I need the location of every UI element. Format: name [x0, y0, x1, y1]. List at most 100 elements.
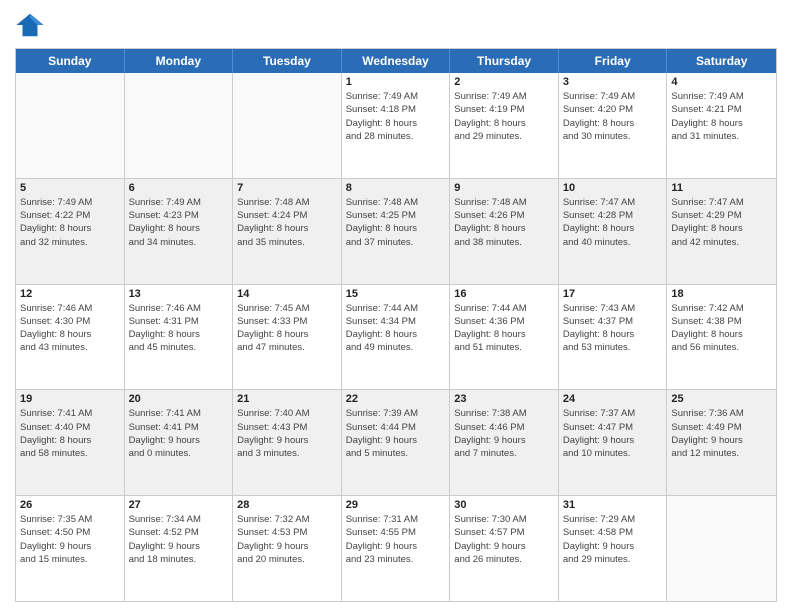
day-number: 17 — [563, 288, 663, 300]
day-cell-26: 26 Sunrise: 7:35 AMSunset: 4:50 PMDayligh… — [16, 496, 125, 601]
day-number: 27 — [129, 499, 229, 511]
weekday-header-saturday: Saturday — [667, 49, 776, 73]
day-cell-17: 17 Sunrise: 7:43 AMSunset: 4:37 PMDayligh… — [559, 285, 668, 390]
day-info: Sunrise: 7:44 AMSunset: 4:36 PMDaylight:… — [454, 302, 554, 355]
day-number: 30 — [454, 499, 554, 511]
calendar: SundayMondayTuesdayWednesdayThursdayFrid… — [15, 48, 777, 602]
day-cell-20: 20 Sunrise: 7:41 AMSunset: 4:41 PMDayligh… — [125, 390, 234, 495]
day-number: 24 — [563, 393, 663, 405]
day-info: Sunrise: 7:42 AMSunset: 4:38 PMDaylight:… — [671, 302, 772, 355]
day-info: Sunrise: 7:45 AMSunset: 4:33 PMDaylight:… — [237, 302, 337, 355]
day-cell-8: 8 Sunrise: 7:48 AMSunset: 4:25 PMDaylight… — [342, 179, 451, 284]
day-info: Sunrise: 7:38 AMSunset: 4:46 PMDaylight:… — [454, 407, 554, 460]
day-number: 15 — [346, 288, 446, 300]
day-info: Sunrise: 7:44 AMSunset: 4:34 PMDaylight:… — [346, 302, 446, 355]
day-cell-19: 19 Sunrise: 7:41 AMSunset: 4:40 PMDayligh… — [16, 390, 125, 495]
day-cell-25: 25Sunrise: 7:36 AMSunset: 4:49 PMDayligh… — [667, 390, 776, 495]
day-cell-15: 15 Sunrise: 7:44 AMSunset: 4:34 PMDayligh… — [342, 285, 451, 390]
day-number: 12 — [20, 288, 120, 300]
day-number: 5 — [20, 182, 120, 194]
day-info: Sunrise: 7:39 AMSunset: 4:44 PMDaylight:… — [346, 407, 446, 460]
header — [15, 10, 777, 40]
day-cell-12: 12 Sunrise: 7:46 AMSunset: 4:30 PMDayligh… — [16, 285, 125, 390]
day-cell-3: 3 Sunrise: 7:49 AMSunset: 4:20 PMDaylight… — [559, 73, 668, 178]
day-number: 8 — [346, 182, 446, 194]
day-cell-21: 21Sunrise: 7:40 AMSunset: 4:43 PMDayligh… — [233, 390, 342, 495]
day-cell-22: 22 Sunrise: 7:39 AMSunset: 4:44 PMDayligh… — [342, 390, 451, 495]
day-info: Sunrise: 7:48 AMSunset: 4:25 PMDaylight:… — [346, 196, 446, 249]
day-number: 2 — [454, 76, 554, 88]
day-cell-27: 27 Sunrise: 7:34 AMSunset: 4:52 PMDayligh… — [125, 496, 234, 601]
day-cell-10: 10 Sunrise: 7:47 AMSunset: 4:28 PMDayligh… — [559, 179, 668, 284]
day-number: 6 — [129, 182, 229, 194]
day-number: 4 — [671, 76, 772, 88]
day-number: 11 — [671, 182, 772, 194]
day-cell-16: 16 Sunrise: 7:44 AMSunset: 4:36 PMDayligh… — [450, 285, 559, 390]
empty-day-cell — [667, 496, 776, 601]
day-info: Sunrise: 7:48 AMSunset: 4:26 PMDaylight:… — [454, 196, 554, 249]
week-row-3: 12 Sunrise: 7:46 AMSunset: 4:30 PMDayligh… — [16, 285, 776, 391]
day-info: Sunrise: 7:46 AMSunset: 4:30 PMDaylight:… — [20, 302, 120, 355]
day-info: Sunrise: 7:29 AMSunset: 4:58 PMDaylight:… — [563, 513, 663, 566]
calendar-header: SundayMondayTuesdayWednesdayThursdayFrid… — [16, 49, 776, 73]
day-info: Sunrise: 7:41 AMSunset: 4:41 PMDaylight:… — [129, 407, 229, 460]
weekday-header-wednesday: Wednesday — [342, 49, 451, 73]
day-cell-24: 24Sunrise: 7:37 AMSunset: 4:47 PMDayligh… — [559, 390, 668, 495]
day-number: 9 — [454, 182, 554, 194]
day-info: Sunrise: 7:43 AMSunset: 4:37 PMDaylight:… — [563, 302, 663, 355]
day-info: Sunrise: 7:49 AMSunset: 4:20 PMDaylight:… — [563, 90, 663, 143]
day-info: Sunrise: 7:49 AMSunset: 4:19 PMDaylight:… — [454, 90, 554, 143]
day-info: Sunrise: 7:49 AMSunset: 4:21 PMDaylight:… — [671, 90, 772, 143]
empty-day-cell — [125, 73, 234, 178]
day-info: Sunrise: 7:49 AMSunset: 4:22 PMDaylight:… — [20, 196, 120, 249]
week-row-5: 26 Sunrise: 7:35 AMSunset: 4:50 PMDayligh… — [16, 496, 776, 601]
day-cell-9: 9 Sunrise: 7:48 AMSunset: 4:26 PMDaylight… — [450, 179, 559, 284]
day-number: 3 — [563, 76, 663, 88]
empty-day-cell — [233, 73, 342, 178]
weekday-header-monday: Monday — [125, 49, 234, 73]
logo-icon — [15, 10, 45, 40]
day-info: Sunrise: 7:41 AMSunset: 4:40 PMDaylight:… — [20, 407, 120, 460]
day-info: Sunrise: 7:47 AMSunset: 4:28 PMDaylight:… — [563, 196, 663, 249]
day-number: 7 — [237, 182, 337, 194]
day-cell-30: 30 Sunrise: 7:30 AMSunset: 4:57 PMDayligh… — [450, 496, 559, 601]
page: SundayMondayTuesdayWednesdayThursdayFrid… — [0, 0, 792, 612]
day-info: Sunrise: 7:31 AMSunset: 4:55 PMDaylight:… — [346, 513, 446, 566]
day-info: Sunrise: 7:30 AMSunset: 4:57 PMDaylight:… — [454, 513, 554, 566]
day-number: 19 — [20, 393, 120, 405]
day-cell-23: 23Sunrise: 7:38 AMSunset: 4:46 PMDayligh… — [450, 390, 559, 495]
day-info: Sunrise: 7:49 AMSunset: 4:23 PMDaylight:… — [129, 196, 229, 249]
day-info: Sunrise: 7:35 AMSunset: 4:50 PMDaylight:… — [20, 513, 120, 566]
day-info: Sunrise: 7:48 AMSunset: 4:24 PMDaylight:… — [237, 196, 337, 249]
day-cell-28: 28 Sunrise: 7:32 AMSunset: 4:53 PMDayligh… — [233, 496, 342, 601]
day-number: 20 — [129, 393, 229, 405]
day-number: 26 — [20, 499, 120, 511]
day-number: 25 — [671, 393, 772, 405]
day-number: 22 — [346, 393, 446, 405]
day-info: Sunrise: 7:34 AMSunset: 4:52 PMDaylight:… — [129, 513, 229, 566]
weekday-header-tuesday: Tuesday — [233, 49, 342, 73]
week-row-1: 1 Sunrise: 7:49 AMSunset: 4:18 PMDaylight… — [16, 73, 776, 179]
day-info: Sunrise: 7:40 AMSunset: 4:43 PMDaylight:… — [237, 407, 337, 460]
day-number: 28 — [237, 499, 337, 511]
day-number: 29 — [346, 499, 446, 511]
day-number: 16 — [454, 288, 554, 300]
week-row-2: 5 Sunrise: 7:49 AMSunset: 4:22 PMDaylight… — [16, 179, 776, 285]
day-number: 18 — [671, 288, 772, 300]
weekday-header-sunday: Sunday — [16, 49, 125, 73]
day-info: Sunrise: 7:49 AMSunset: 4:18 PMDaylight:… — [346, 90, 446, 143]
day-number: 10 — [563, 182, 663, 194]
day-number: 1 — [346, 76, 446, 88]
day-info: Sunrise: 7:32 AMSunset: 4:53 PMDaylight:… — [237, 513, 337, 566]
day-cell-2: 2 Sunrise: 7:49 AMSunset: 4:19 PMDaylight… — [450, 73, 559, 178]
day-cell-29: 29 Sunrise: 7:31 AMSunset: 4:55 PMDayligh… — [342, 496, 451, 601]
weekday-header-friday: Friday — [559, 49, 668, 73]
day-cell-14: 14 Sunrise: 7:45 AMSunset: 4:33 PMDayligh… — [233, 285, 342, 390]
day-number: 31 — [563, 499, 663, 511]
day-cell-7: 7 Sunrise: 7:48 AMSunset: 4:24 PMDaylight… — [233, 179, 342, 284]
day-number: 14 — [237, 288, 337, 300]
calendar-body: 1 Sunrise: 7:49 AMSunset: 4:18 PMDaylight… — [16, 73, 776, 601]
day-info: Sunrise: 7:46 AMSunset: 4:31 PMDaylight:… — [129, 302, 229, 355]
day-number: 13 — [129, 288, 229, 300]
day-cell-31: 31 Sunrise: 7:29 AMSunset: 4:58 PMDayligh… — [559, 496, 668, 601]
